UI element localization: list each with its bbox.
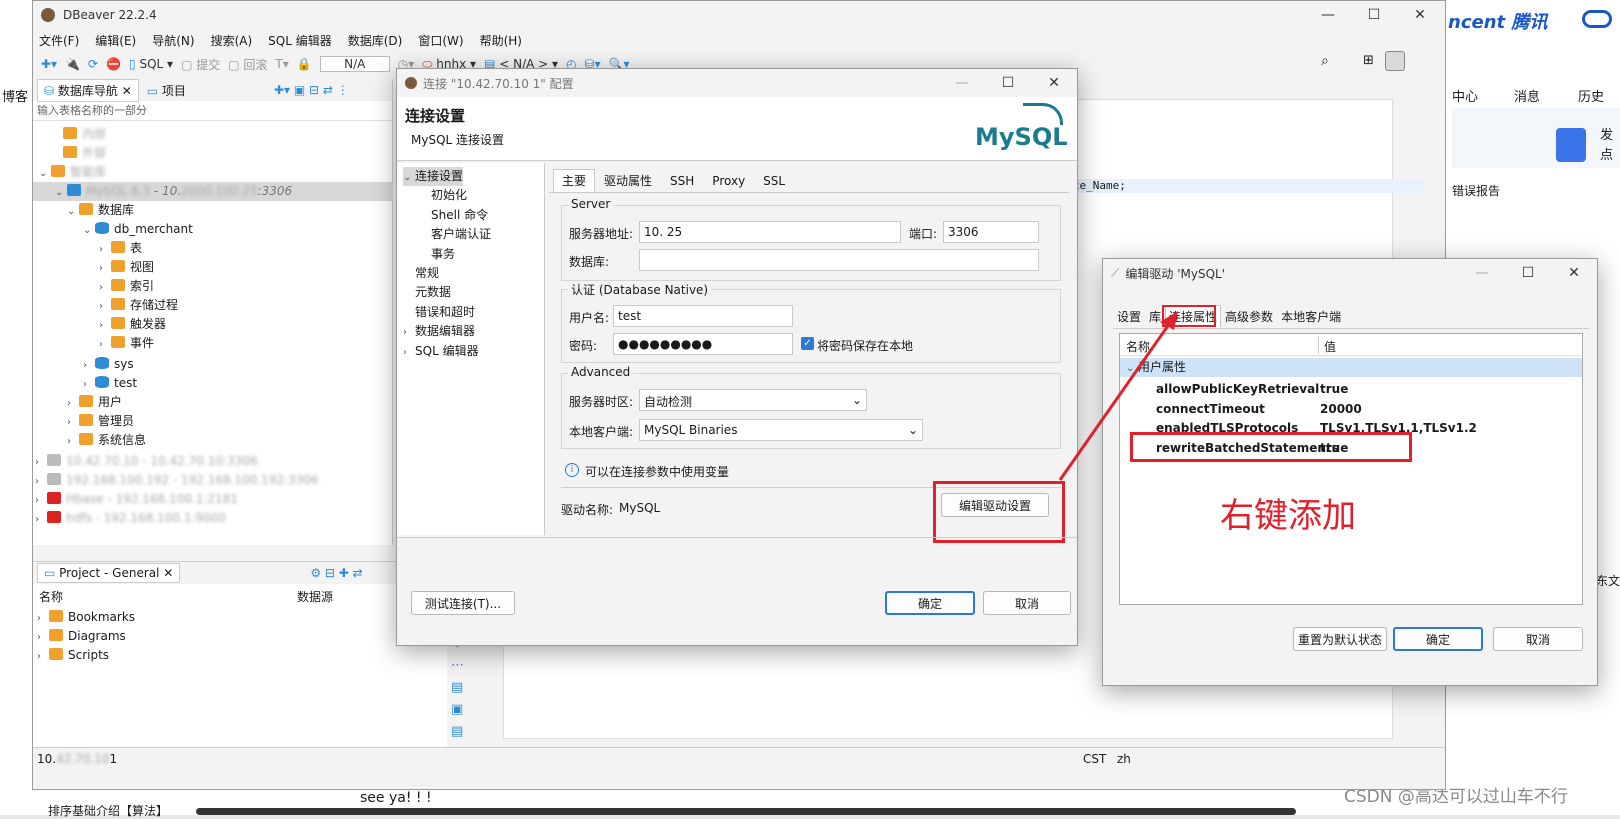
annotation-arrow (1058, 311, 1178, 481)
